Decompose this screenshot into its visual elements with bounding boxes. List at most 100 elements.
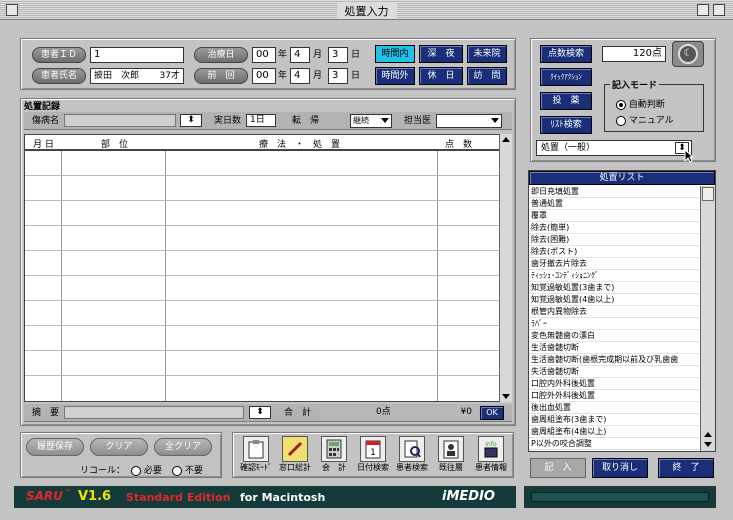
status-bar xyxy=(524,486,716,508)
dial-button[interactable]: ☾ xyxy=(672,41,704,67)
late-night-button[interactable]: 深 夜 xyxy=(419,45,463,63)
radio-empty-icon[interactable] xyxy=(131,465,141,476)
scroll-thumb[interactable] xyxy=(702,187,714,201)
medication-button[interactable]: 投 薬 xyxy=(540,92,592,110)
category-dropdown[interactable]: 処置（一般） ⬍ xyxy=(536,140,692,156)
list-item[interactable]: ﾗﾊﾞｰ xyxy=(529,318,700,330)
treatment-list-scrollbar[interactable] xyxy=(700,186,715,451)
patient-id-input[interactable]: 1 xyxy=(90,47,184,63)
window-total-tool[interactable]: 窓口総計 xyxy=(276,436,314,473)
confirm-mode-tool[interactable]: 確認ﾓｰﾄﾞ xyxy=(237,436,275,473)
tool-label: 患者情報 xyxy=(475,463,507,472)
col-part: 部 位 xyxy=(101,140,129,150)
quick-action-button[interactable]: ｸｲｯｸｱｸｼｮﾝ xyxy=(540,68,592,86)
treatment-month-input[interactable]: 4 xyxy=(290,47,310,63)
disease-stepper-icon[interactable]: ⬍ xyxy=(180,114,202,127)
treatment-year-input[interactable]: 00 xyxy=(252,47,276,63)
cancel-button[interactable]: 取り消し xyxy=(592,458,648,478)
mode-manual-option[interactable]: マニュアル xyxy=(616,113,674,126)
recall-none-option[interactable]: 不要 xyxy=(172,463,203,476)
list-item[interactable]: 除去(簡単) xyxy=(529,222,700,234)
list-item[interactable]: 変色無髄歯の漂白 xyxy=(529,330,700,342)
list-item[interactable]: ﾃｨｯｼｭ･ｺﾝﾃﾞｨｼｮﾆﾝｸﾞ xyxy=(529,270,700,282)
list-item[interactable]: 口腔外外科後処置 xyxy=(529,390,700,402)
enter-button[interactable]: 記 入 xyxy=(530,458,586,478)
days-field[interactable]: 1日 xyxy=(246,114,276,127)
medical-history-tool[interactable]: 既往層 xyxy=(432,436,470,473)
list-item[interactable]: 生活歯髄切断 xyxy=(529,342,700,354)
previous-year-input[interactable]: 00 xyxy=(252,68,276,84)
list-item[interactable]: 覆罩 xyxy=(529,210,700,222)
patient-name-button[interactable]: 患者氏名 xyxy=(32,68,86,84)
list-item[interactable]: 普通処置 xyxy=(529,198,700,210)
score-search-button[interactable]: 点数検索 xyxy=(540,45,592,63)
patient-name-field[interactable]: 披田 次郎 37才 xyxy=(90,68,184,84)
year-unit: 年 xyxy=(278,71,288,81)
ok-button[interactable]: OK xyxy=(480,406,504,420)
record-grid[interactable] xyxy=(24,150,500,402)
saru-logo: SARU xyxy=(26,489,63,503)
previous-visit-button[interactable]: 前 回 xyxy=(194,68,248,84)
patient-info-tool[interactable]: info 患者情報 xyxy=(471,436,511,473)
record-scrollbar[interactable] xyxy=(499,134,512,402)
previous-month-input[interactable]: 4 xyxy=(290,68,310,84)
scroll-up-icon[interactable] xyxy=(502,137,510,142)
points-field[interactable]: 120点 xyxy=(602,46,666,62)
summary-stepper-icon[interactable]: ⬍ xyxy=(249,406,271,419)
window-titlebar[interactable]: 処置入力 xyxy=(0,0,733,20)
mode-auto-option[interactable]: 自動判断 xyxy=(616,97,665,110)
clear-button[interactable]: クリア xyxy=(90,438,148,456)
summary-field[interactable] xyxy=(64,406,244,419)
list-item[interactable]: 除去(困難) xyxy=(529,234,700,246)
list-item[interactable]: 知覚過敏処置(4歯以上) xyxy=(529,294,700,306)
treatment-date-button[interactable]: 治療日 xyxy=(194,47,248,63)
zoom-box-icon[interactable] xyxy=(697,4,709,16)
patient-age: 37才 xyxy=(159,71,180,81)
radio-empty-icon[interactable] xyxy=(616,115,626,126)
clipboard-icon xyxy=(243,436,269,462)
year-unit: 年 xyxy=(278,50,288,60)
list-item[interactable]: 根管内異物除去 xyxy=(529,306,700,318)
home-visit-button[interactable]: 訪 問 xyxy=(467,67,507,85)
recall-label: リコール： xyxy=(80,466,126,476)
treatment-day-input[interactable]: 3 xyxy=(328,47,348,63)
list-item[interactable]: 口腔内外科後処置 xyxy=(529,378,700,390)
list-item[interactable]: 即日充填処置 xyxy=(529,186,700,198)
list-item[interactable]: 失活歯髄切断 xyxy=(529,366,700,378)
holiday-button[interactable]: 休 日 xyxy=(419,67,463,85)
collapse-box-icon[interactable] xyxy=(713,4,725,16)
close-box-icon[interactable] xyxy=(6,4,18,16)
tenki-dropdown[interactable]: 継続 xyxy=(350,114,392,128)
days-label: 実日数 xyxy=(214,116,242,126)
list-item[interactable]: 除去(ポスト) xyxy=(529,246,700,258)
category-value: 処置（一般） xyxy=(541,143,596,153)
not-visited-button[interactable]: 未来院 xyxy=(467,45,507,63)
accounting-tool[interactable]: 会 計 xyxy=(315,436,353,473)
disease-field[interactable] xyxy=(64,114,176,127)
list-item[interactable]: 歯周組塗布(4歯以上) xyxy=(529,426,700,438)
clear-all-button[interactable]: 全クリア xyxy=(154,438,212,456)
doctor-dropdown[interactable] xyxy=(436,114,502,128)
list-item[interactable]: 後出血処置 xyxy=(529,402,700,414)
save-history-button[interactable]: 履歴保存 xyxy=(26,438,84,456)
radio-selected-icon[interactable] xyxy=(616,99,626,110)
scroll-down-icon[interactable] xyxy=(704,442,712,447)
list-item[interactable]: 歯牙撤去片除去 xyxy=(529,258,700,270)
list-item[interactable]: 生活歯髄切断(歯根完成期以前及び乳歯歯 xyxy=(529,354,700,366)
recall-need-option[interactable]: 必要 xyxy=(131,463,162,476)
list-item[interactable]: P以外の咬合調整 xyxy=(529,438,700,450)
patient-id-button[interactable]: 患者ＩＤ xyxy=(32,47,86,63)
previous-day-input[interactable]: 3 xyxy=(328,68,348,84)
list-item[interactable]: 知覚過敏処置(3歯まで) xyxy=(529,282,700,294)
radio-empty-icon[interactable] xyxy=(172,465,182,476)
scroll-up-icon[interactable] xyxy=(704,432,712,437)
list-search-button[interactable]: ﾘｽﾄ検索 xyxy=(540,116,592,134)
patient-name-value: 披田 次郎 xyxy=(94,71,140,81)
date-search-tool[interactable]: 1 日付検索 xyxy=(354,436,392,473)
end-button[interactable]: 終 了 xyxy=(658,458,714,478)
after-hours-button[interactable]: 時間外 xyxy=(375,67,415,85)
scroll-down-icon[interactable] xyxy=(502,394,510,399)
patient-search-tool[interactable]: 患者検索 xyxy=(393,436,431,473)
time-in-hours-button[interactable]: 時間内 xyxy=(375,45,415,63)
list-item[interactable]: 歯周組塗布(3歯まで) xyxy=(529,414,700,426)
